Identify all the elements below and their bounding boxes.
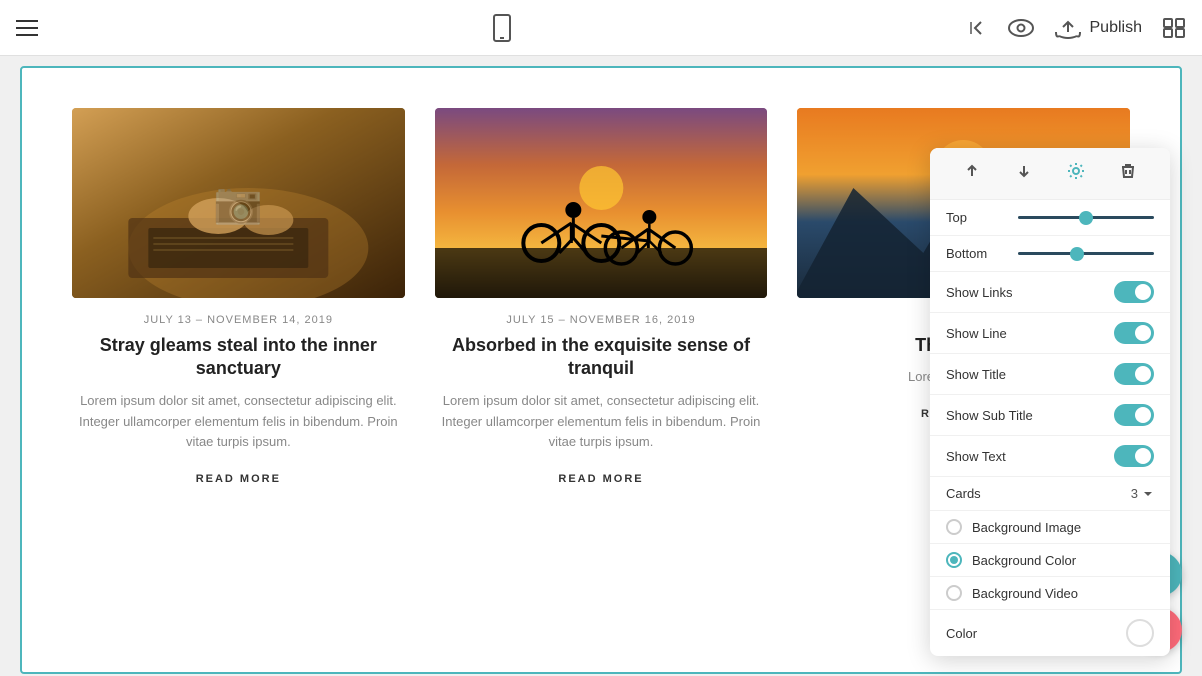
- bottom-slider-track[interactable]: [1018, 252, 1154, 255]
- show-text-label: Show Text: [946, 449, 1006, 464]
- cards-select-row: Cards 3: [930, 477, 1170, 511]
- settings-button[interactable]: [1162, 16, 1186, 40]
- card-title-2: Absorbed in the exquisite sense of tranq…: [435, 334, 768, 381]
- settings-panel: Top Bottom Show Links Show Line: [930, 148, 1170, 656]
- toolbar: Publish: [0, 0, 1202, 56]
- top-label: Top: [946, 210, 1006, 225]
- show-title-toggle[interactable]: [1114, 363, 1154, 385]
- preview-button[interactable]: [1008, 19, 1034, 37]
- show-title-row: Show Title: [930, 354, 1170, 395]
- bg-video-radio[interactable]: [946, 585, 962, 601]
- show-sub-title-toggle[interactable]: [1114, 404, 1154, 426]
- settings-body: Top Bottom Show Links Show Line: [930, 200, 1170, 656]
- menu-button[interactable]: [16, 20, 38, 36]
- bg-image-row[interactable]: Background Image: [930, 511, 1170, 544]
- top-slider-row: Top: [930, 200, 1170, 236]
- publish-button[interactable]: Publish: [1054, 16, 1142, 40]
- show-text-row: Show Text: [930, 436, 1170, 477]
- card-link-1[interactable]: READ MORE: [196, 473, 281, 485]
- cards-select[interactable]: 3: [1131, 486, 1154, 501]
- bg-video-label: Background Video: [972, 586, 1078, 601]
- mobile-preview-button[interactable]: [490, 14, 514, 42]
- toolbar-center: [490, 14, 514, 42]
- color-row: Color: [930, 610, 1170, 656]
- bottom-slider-row: Bottom: [930, 236, 1170, 272]
- publish-label: Publish: [1090, 19, 1142, 37]
- bottom-label: Bottom: [946, 246, 1006, 261]
- settings-panel-toolbar: [930, 148, 1170, 200]
- color-label: Color: [946, 626, 977, 641]
- card-text-2: Lorem ipsum dolor sit amet, consectetur …: [435, 391, 768, 453]
- move-up-button[interactable]: [959, 158, 985, 189]
- bg-color-label: Background Color: [972, 553, 1076, 568]
- card-image-2: [435, 108, 768, 298]
- bg-image-label: Background Image: [972, 520, 1081, 535]
- bg-image-radio[interactable]: [946, 519, 962, 535]
- toolbar-right: Publish: [966, 16, 1186, 40]
- card-date-1: JULY 13 – NOVEMBER 14, 2019: [144, 314, 333, 326]
- show-sub-title-row: Show Sub Title: [930, 395, 1170, 436]
- show-line-toggle[interactable]: [1114, 322, 1154, 344]
- show-line-row: Show Line: [930, 313, 1170, 354]
- card-link-2[interactable]: READ MORE: [558, 473, 643, 485]
- bg-color-radio-inner: [950, 556, 958, 564]
- top-slider-track[interactable]: [1018, 216, 1154, 219]
- delete-button[interactable]: [1115, 158, 1141, 189]
- show-title-label: Show Title: [946, 367, 1006, 382]
- hamburger-icon: [16, 20, 38, 36]
- card-image-1: [72, 108, 405, 298]
- toolbar-left: [16, 20, 38, 36]
- show-text-toggle[interactable]: [1114, 445, 1154, 467]
- show-sub-title-label: Show Sub Title: [946, 408, 1033, 423]
- canvas-area: JULY 13 – NOVEMBER 14, 2019 Stray gleams…: [20, 66, 1182, 674]
- show-links-toggle[interactable]: [1114, 281, 1154, 303]
- bg-video-row[interactable]: Background Video: [930, 577, 1170, 610]
- back-button[interactable]: [966, 17, 988, 39]
- card-date-2: JULY 15 – NOVEMBER 16, 2019: [506, 314, 695, 326]
- card-2: JULY 15 – NOVEMBER 16, 2019 Absorbed in …: [435, 108, 768, 485]
- top-slider-thumb[interactable]: [1079, 211, 1093, 225]
- show-links-row: Show Links: [930, 272, 1170, 313]
- card-text-1: Lorem ipsum dolor sit amet, consectetur …: [72, 391, 405, 453]
- show-line-label: Show Line: [946, 326, 1007, 341]
- bottom-slider-thumb[interactable]: [1070, 247, 1084, 261]
- color-swatch[interactable]: [1126, 619, 1154, 647]
- card-title-1: Stray gleams steal into the inner sanctu…: [72, 334, 405, 381]
- gear-settings-button[interactable]: [1063, 158, 1089, 189]
- bg-color-row[interactable]: Background Color: [930, 544, 1170, 577]
- card-1: JULY 13 – NOVEMBER 14, 2019 Stray gleams…: [72, 108, 405, 485]
- move-down-button[interactable]: [1011, 158, 1037, 189]
- show-links-label: Show Links: [946, 285, 1012, 300]
- cards-value: 3: [1131, 486, 1138, 501]
- bg-color-radio[interactable]: [946, 552, 962, 568]
- cards-label: Cards: [946, 486, 981, 501]
